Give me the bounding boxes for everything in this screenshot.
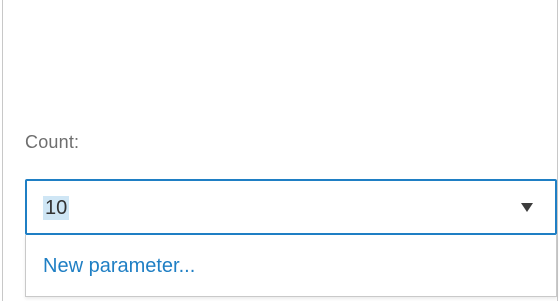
count-select-value[interactable]: 10 — [43, 196, 70, 220]
count-select[interactable]: 10 — [25, 179, 557, 235]
new-parameter-option[interactable]: New parameter... — [26, 235, 556, 296]
count-dropdown-menu: New parameter... — [25, 235, 557, 297]
chevron-down-icon[interactable] — [521, 203, 533, 212]
parameter-panel: Count: 10 New parameter... — [2, 0, 558, 301]
count-label: Count: — [25, 132, 80, 152]
